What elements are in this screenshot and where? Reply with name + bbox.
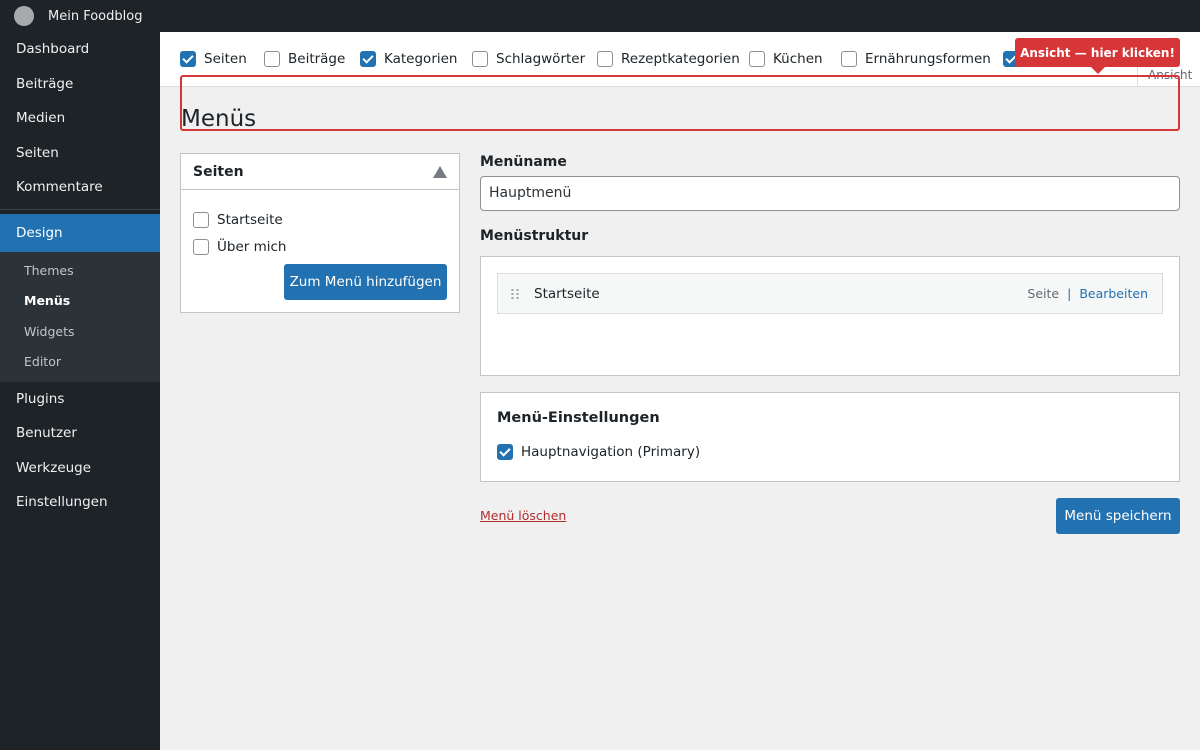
submenu-item-menues[interactable]: Menüs <box>0 286 160 317</box>
checkbox[interactable] <box>597 51 613 67</box>
sidebar-item-design[interactable]: Design <box>0 213 160 252</box>
meta-separator: | <box>1067 286 1072 301</box>
menu-structure-label: Menüstruktur <box>480 228 589 244</box>
checkbox[interactable] <box>841 51 857 67</box>
sidebar-item-beitraege[interactable]: Beiträge <box>0 67 160 102</box>
collapse-arrow-icon[interactable] <box>433 165 447 178</box>
primary-location-option[interactable]: Hauptnavigation (Primary) <box>497 444 700 460</box>
location-label: Hauptnavigation (Primary) <box>521 444 701 460</box>
screen-option-kuechen[interactable]: Küchen <box>749 51 823 67</box>
option-label: Seiten <box>204 51 247 67</box>
checkbox[interactable] <box>264 51 280 67</box>
pages-accordion: Seiten Startseite Über mich Zum Menü hin… <box>180 153 460 313</box>
screen-option-beitraege[interactable]: Beiträge <box>264 51 345 67</box>
screen-option-schlagwoerter[interactable]: Schlagwörter <box>472 51 585 67</box>
site-name-link[interactable]: Mein Foodblog <box>48 9 142 24</box>
checkbox[interactable] <box>360 51 376 67</box>
add-to-menu-button[interactable]: Zum Menü hinzufügen <box>284 264 447 300</box>
screen-option-ernaehrungsformen[interactable]: Ernährungsformen <box>841 51 991 67</box>
menu-name-label: Menüname <box>480 154 567 170</box>
list-item[interactable]: Über mich <box>193 233 447 260</box>
page-option-label: Startseite <box>217 211 283 228</box>
save-menu-button[interactable]: Menü speichern <box>1056 498 1180 534</box>
screen-option-rezeptkategorien[interactable]: Rezeptkategorien <box>597 51 740 67</box>
screen-option-seiten[interactable]: Seiten <box>180 51 247 67</box>
checkbox[interactable] <box>180 51 196 67</box>
wordpress-logo-icon[interactable] <box>14 6 34 26</box>
sidebar-item-plugins[interactable]: Plugins <box>0 382 160 417</box>
submenu-item-editor[interactable]: Editor <box>0 347 160 378</box>
page-option-label: Über mich <box>217 238 287 255</box>
option-label: Ernährungsformen <box>865 51 991 67</box>
sidebar-item-einstellungen[interactable]: Einstellungen <box>0 485 160 520</box>
checkbox[interactable] <box>497 444 513 460</box>
admin-bar: Mein Foodblog <box>0 0 1200 32</box>
submenu-item-widgets[interactable]: Widgets <box>0 317 160 348</box>
menu-item-entry[interactable]: Startseite Seite | Bearbeiten <box>497 273 1163 314</box>
menu-structure-box: Startseite Seite | Bearbeiten <box>480 256 1180 376</box>
design-submenu: Themes Menüs Widgets Editor <box>0 251 160 382</box>
option-label: Küchen <box>773 51 823 67</box>
tutorial-highlight-frame <box>180 75 1180 131</box>
edit-menu-item-link[interactable]: Bearbeiten <box>1079 286 1148 301</box>
option-label: Beiträge <box>288 51 346 67</box>
list-item[interactable]: Startseite <box>193 206 447 233</box>
option-label: Schlagwörter <box>496 51 586 67</box>
checkbox[interactable] <box>193 238 209 255</box>
pages-list: Startseite Über mich <box>181 190 459 260</box>
menu-item-type: Seite <box>1027 286 1060 301</box>
checkbox[interactable] <box>749 51 765 67</box>
submenu-item-themes[interactable]: Themes <box>0 256 160 287</box>
accordion-header[interactable]: Seiten <box>181 154 459 190</box>
menu-settings-box: Menü-Einstellungen Hauptnavigation (Prim… <box>480 392 1180 482</box>
accordion-title: Seiten <box>193 163 244 180</box>
tutorial-callout: Ansicht — hier klicken! <box>1015 38 1180 74</box>
sidebar-item-kommentare[interactable]: Kommentare <box>0 170 160 205</box>
drag-handle-icon[interactable] <box>510 287 520 300</box>
menu-settings-title: Menü-Einstellungen <box>497 410 660 426</box>
screen-option-kategorien[interactable]: Kategorien <box>360 51 457 67</box>
option-label: Kategorien <box>384 51 458 67</box>
sidebar-item-medien[interactable]: Medien <box>0 101 160 136</box>
page-title: Menüs <box>181 106 257 132</box>
sidebar-separator <box>0 208 160 210</box>
checkbox[interactable] <box>472 51 488 67</box>
delete-menu-link[interactable]: Menü löschen <box>480 508 566 523</box>
admin-sidebar: Dashboard Beiträge Medien Seiten Komment… <box>0 32 160 750</box>
sidebar-item-dashboard[interactable]: Dashboard <box>0 32 160 67</box>
checkbox[interactable] <box>193 211 209 228</box>
sidebar-item-seiten[interactable]: Seiten <box>0 136 160 171</box>
menu-item-title: Startseite <box>534 285 600 302</box>
option-label: Rezeptkategorien <box>621 51 740 67</box>
menu-name-input[interactable]: Hauptmenü <box>480 176 1180 211</box>
menu-item-meta: Seite | Bearbeiten <box>1027 286 1148 301</box>
sidebar-item-benutzer[interactable]: Benutzer <box>0 416 160 451</box>
sidebar-item-werkzeuge[interactable]: Werkzeuge <box>0 451 160 486</box>
